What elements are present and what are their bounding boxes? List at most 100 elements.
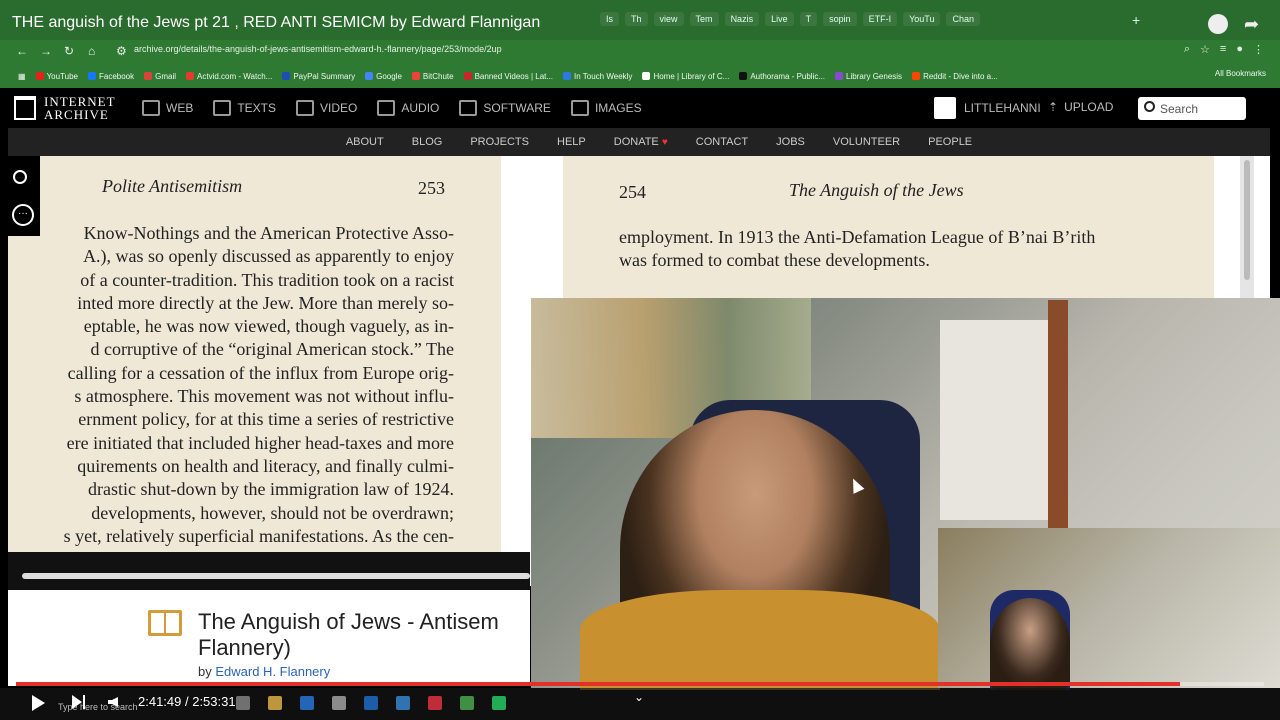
bookmark-item[interactable]: BitChute xyxy=(411,72,454,81)
text-line: ere initiated that included higher head-… xyxy=(66,432,454,453)
browser-tab[interactable]: sopin xyxy=(823,12,857,26)
url-field[interactable]: archive.org/details/the-anguish-of-jews-… xyxy=(134,44,502,54)
bookmark-item[interactable]: Facebook xyxy=(88,72,134,81)
bookmark-item[interactable]: Authorama - Public... xyxy=(739,72,825,81)
more-options-icon[interactable]: ··· xyxy=(12,204,34,226)
profile-icon[interactable]: ● xyxy=(1236,43,1243,56)
ia-logo[interactable]: INTERNET ARCHIVE xyxy=(14,95,116,121)
link-people[interactable]: PEOPLE xyxy=(928,136,972,148)
firefox-icon[interactable] xyxy=(428,696,442,710)
link-jobs[interactable]: JOBS xyxy=(776,136,805,148)
upload-button[interactable]: ⇡ UPLOAD xyxy=(1048,100,1113,114)
nav-audio[interactable]: AUDIO xyxy=(377,100,439,116)
link-blog[interactable]: BLOG xyxy=(412,136,443,148)
link-help[interactable]: HELP xyxy=(557,136,586,148)
edge-icon[interactable] xyxy=(300,696,314,710)
apps-icon[interactable]: ▦ xyxy=(18,72,26,81)
bookmark-item[interactable]: Actvid.com - Watch... xyxy=(186,72,272,81)
chrome-icon[interactable] xyxy=(460,696,474,710)
video-progress-fill xyxy=(16,682,1180,686)
bookmark-item[interactable]: Home | Library of C... xyxy=(642,72,729,81)
reload-icon[interactable]: ↻ xyxy=(64,44,74,58)
site-info-icon[interactable]: ⚙ xyxy=(116,44,127,58)
link-contact[interactable]: CONTACT xyxy=(696,136,748,148)
browser-tab[interactable]: Nazis xyxy=(724,12,760,26)
bookmark-favicon-icon xyxy=(35,72,44,80)
bookmark-item[interactable]: Reddit - Dive into a... xyxy=(912,72,998,81)
history-icon[interactable] xyxy=(1208,14,1228,34)
next-icon[interactable] xyxy=(72,695,82,709)
ia-media-nav: WEB TEXTS VIDEO AUDIO SOFTWARE IMAGES xyxy=(142,100,642,116)
play-icon[interactable] xyxy=(32,695,45,711)
menu-icon[interactable]: ⋮ xyxy=(1253,43,1264,56)
images-icon xyxy=(570,100,589,116)
address-bar-actions: ⌕ ☆ ≡ ● ⋮ xyxy=(1184,43,1264,56)
link-donate[interactable]: DONATE ♥ xyxy=(614,136,668,148)
new-tab-button[interactable]: + xyxy=(1132,12,1140,28)
web-icon xyxy=(142,100,160,116)
share-icon[interactable]: ➦ xyxy=(1244,14,1259,35)
bookmark-item[interactable]: In Touch Weekly xyxy=(563,72,632,81)
bookmark-item[interactable]: PayPal Summary xyxy=(282,72,355,81)
bookmark-favicon-icon xyxy=(642,72,651,80)
forward-icon[interactable]: → xyxy=(40,44,52,58)
next-icon-bar xyxy=(83,695,85,709)
home-icon[interactable]: ⌂ xyxy=(88,44,95,58)
archive-building-icon xyxy=(14,96,36,120)
author-link[interactable]: Edward H. Flannery xyxy=(215,664,330,679)
bookmark-favicon-icon xyxy=(88,72,96,80)
browser-tab[interactable]: YouTu xyxy=(903,12,941,26)
app-icon[interactable] xyxy=(396,696,410,710)
browser-tab[interactable]: Chan xyxy=(946,12,980,26)
search-input[interactable]: Search xyxy=(1138,97,1246,120)
text-line: s atmosphere. This movement was not with… xyxy=(74,386,454,407)
store-icon[interactable] xyxy=(332,696,346,710)
bookmarks-bar: ▦ YouTube Facebook Gmail Actvid.com - Watch… xyxy=(0,64,1280,88)
page-slider[interactable] xyxy=(22,573,530,579)
link-volunteer[interactable]: VOLUNTEER xyxy=(833,136,900,148)
bookmark-item[interactable]: YouTube xyxy=(35,72,78,81)
whatsapp-icon[interactable] xyxy=(492,696,506,710)
bookmark-favicon-icon xyxy=(411,72,420,80)
page-text-right: employment. In 1913 the Anti-Defamation … xyxy=(619,227,1096,270)
taskbar-search[interactable]: Type here to search xyxy=(58,702,138,712)
bookmark-favicon-icon xyxy=(463,72,472,80)
chevron-down-icon[interactable]: ⌄ xyxy=(634,690,644,704)
bookmark-item[interactable]: Library Genesis xyxy=(835,72,902,81)
bookmark-item[interactable]: Gmail xyxy=(144,72,176,81)
folder-icon[interactable] xyxy=(268,696,282,710)
bookmark-item[interactable]: Banned Videos | Lat... xyxy=(463,72,553,81)
bookmark-favicon-icon xyxy=(912,72,921,80)
bookmark-star-icon[interactable]: ☆ xyxy=(1200,43,1210,56)
nav-web[interactable]: WEB xyxy=(142,100,193,116)
zoom-icon[interactable]: ⌕ xyxy=(1184,43,1190,56)
browser-tab[interactable]: Is xyxy=(600,12,620,26)
nav-video[interactable]: VIDEO xyxy=(296,100,357,116)
user-menu[interactable]: LITTLEHANNI xyxy=(934,97,1041,119)
reader-scrollbar-thumb[interactable] xyxy=(1244,160,1250,280)
link-projects[interactable]: PROJECTS xyxy=(470,136,529,148)
bookmark-favicon-icon xyxy=(186,72,195,80)
book-page-left: Polite Antisemitism 253 Know-Nothings an… xyxy=(8,156,501,552)
reader-search-icon[interactable] xyxy=(13,170,27,184)
browser-tab[interactable]: view xyxy=(653,12,684,26)
webcam-secondary-person xyxy=(990,598,1070,690)
bookmark-favicon-icon xyxy=(282,72,291,80)
bookmark-item[interactable]: Google xyxy=(365,72,402,81)
browser-tab[interactable]: ETF-I xyxy=(862,12,898,26)
taskbar-app-icon[interactable] xyxy=(236,696,250,710)
browser-tab[interactable]: T xyxy=(799,12,818,26)
back-icon[interactable]: ← xyxy=(16,44,28,58)
all-bookmarks-button[interactable]: All Bookmarks xyxy=(1215,69,1266,78)
bookmark-favicon-icon xyxy=(365,72,374,80)
browser-tab[interactable]: Th xyxy=(625,12,648,26)
mail-icon[interactable] xyxy=(364,696,378,710)
nav-texts[interactable]: TEXTS xyxy=(213,100,276,116)
nav-images[interactable]: IMAGES xyxy=(570,100,642,116)
extensions-icon[interactable]: ≡ xyxy=(1220,43,1226,56)
link-about[interactable]: ABOUT xyxy=(346,136,384,148)
browser-tab[interactable]: Tem xyxy=(689,12,719,26)
browser-tab[interactable]: Live xyxy=(765,12,794,26)
ia-sub-nav: ABOUT BLOG PROJECTS HELP DONATE ♥ CONTAC… xyxy=(8,128,1270,156)
nav-software[interactable]: SOFTWARE xyxy=(459,100,551,116)
